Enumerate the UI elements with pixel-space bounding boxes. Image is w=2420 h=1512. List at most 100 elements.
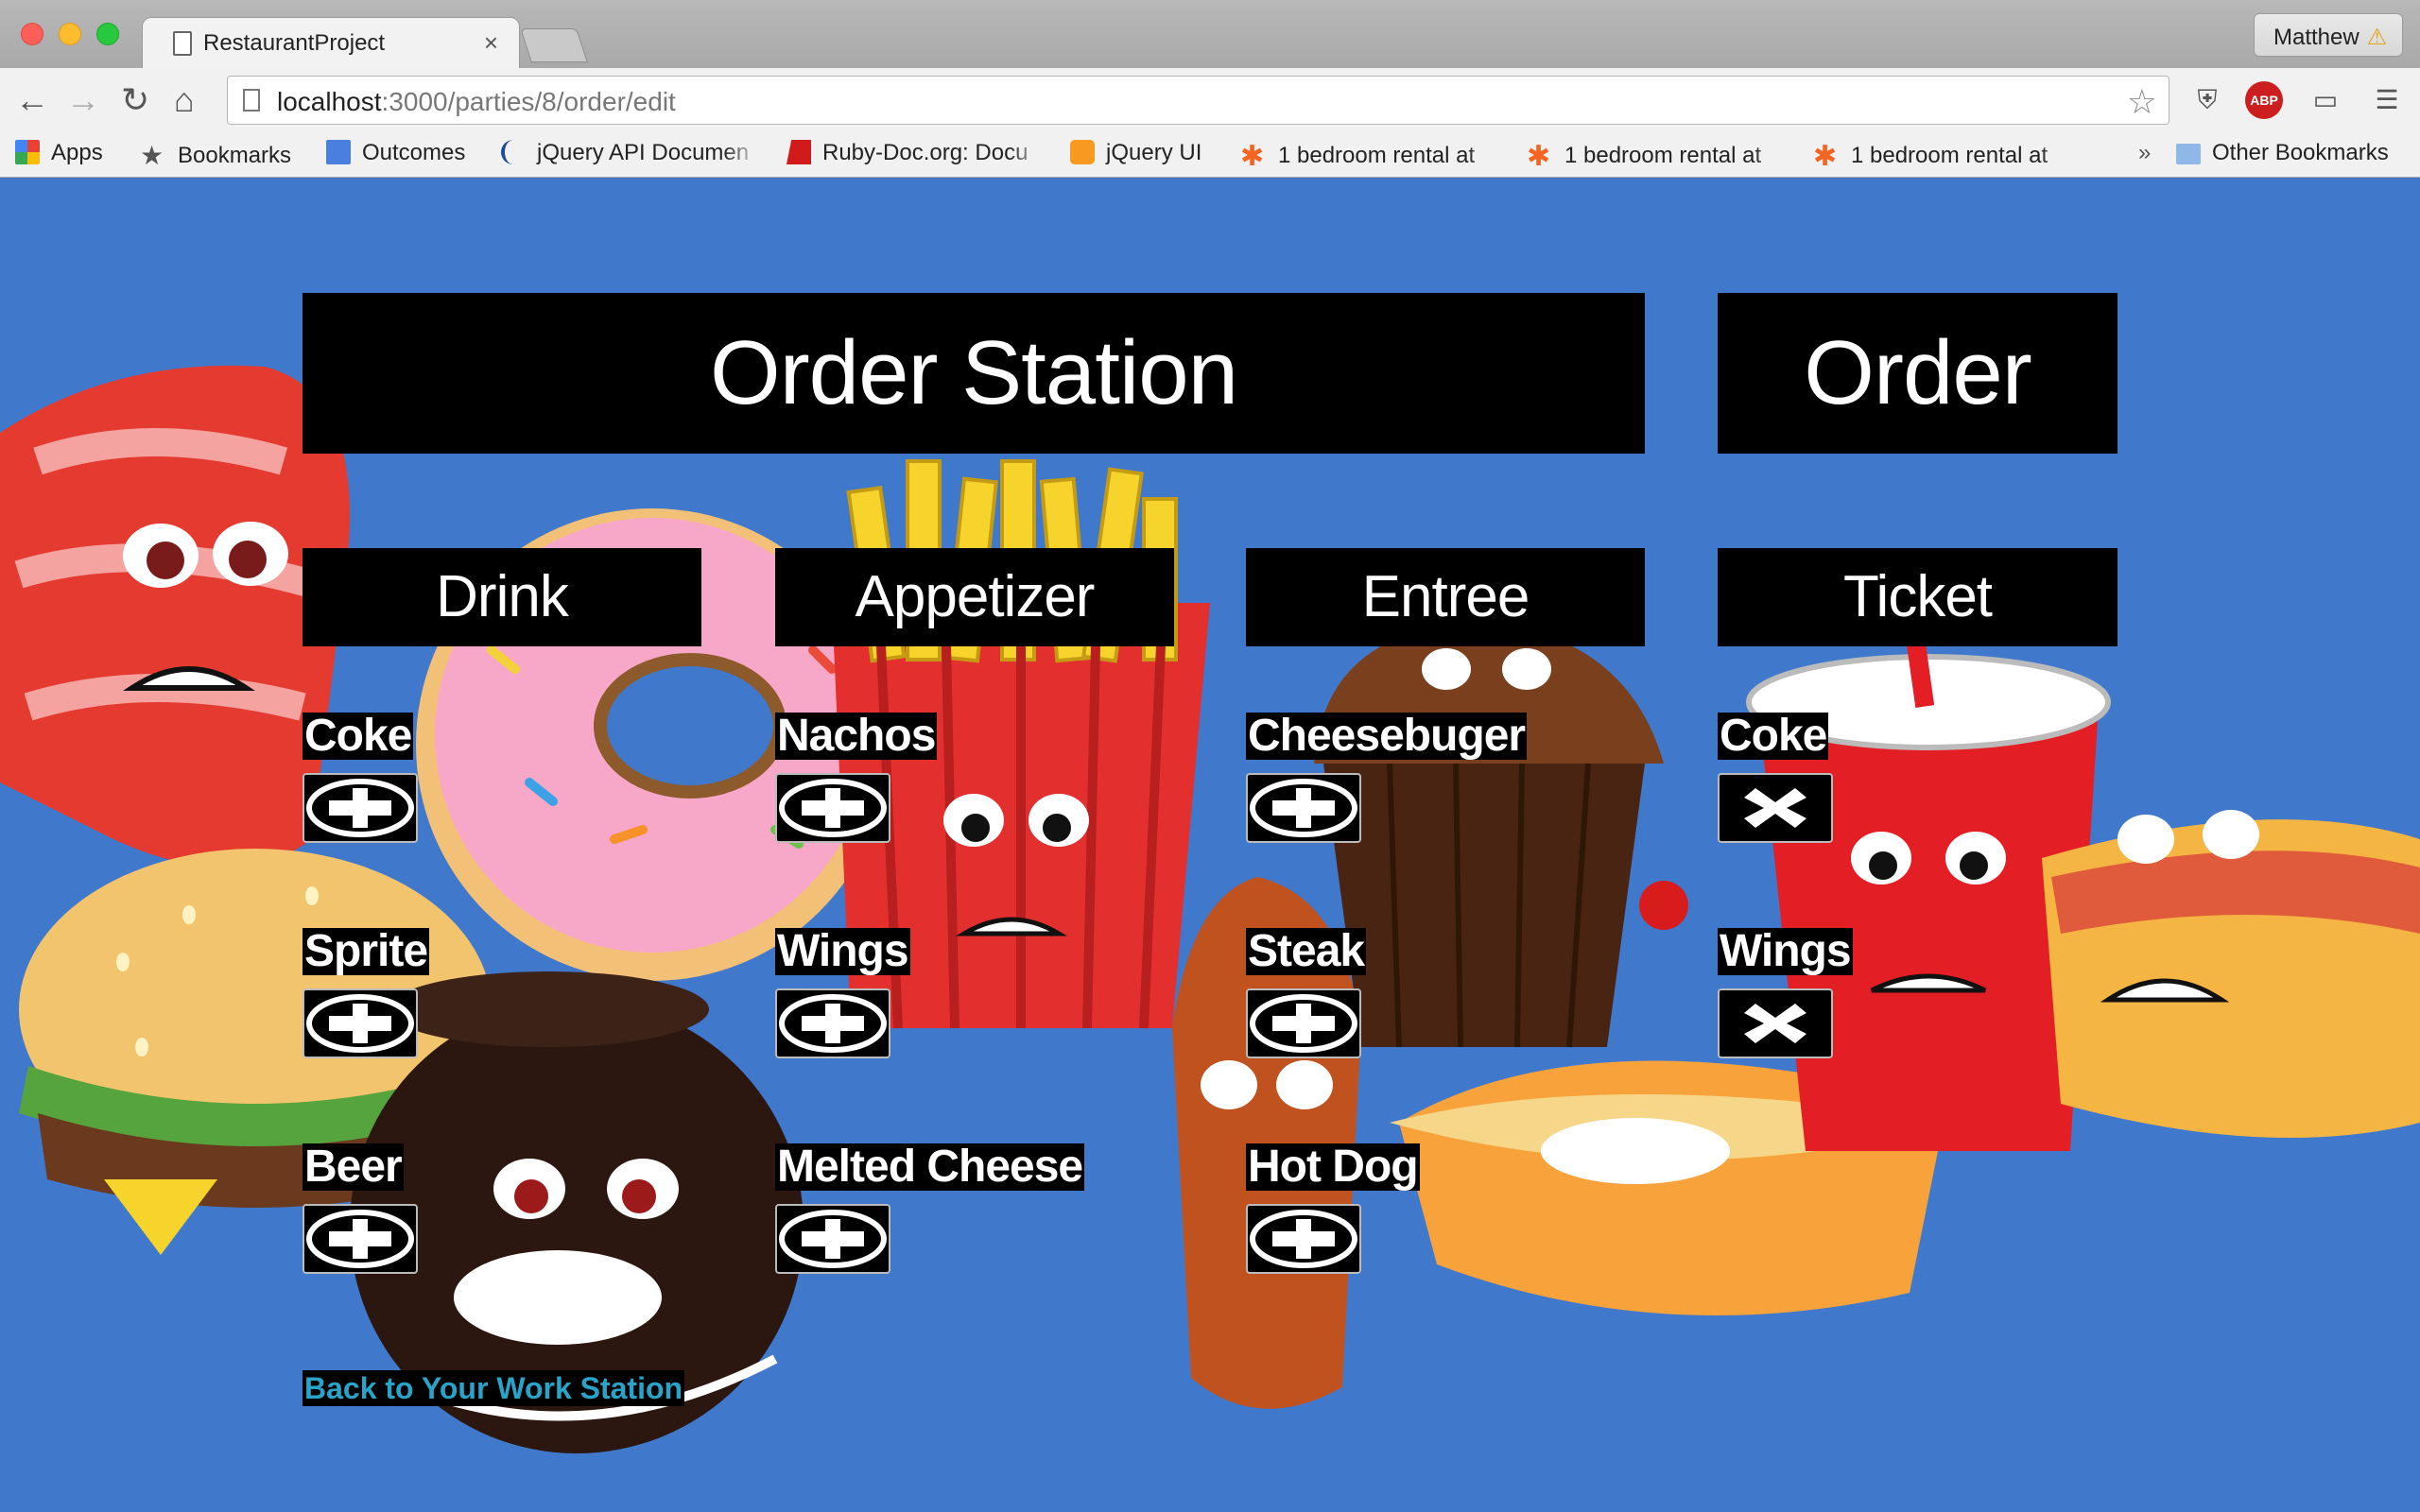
- profile-button[interactable]: Matthew ⚠: [2254, 13, 2403, 57]
- tab-title: RestaurantProject: [203, 30, 386, 56]
- craigslist-icon: ✱: [1240, 141, 1265, 170]
- ruby-icon: [786, 140, 811, 164]
- profile-name: Matthew: [2273, 25, 2360, 50]
- plus-icon: [779, 1210, 887, 1268]
- bookmark-item[interactable]: jQuery API Documen: [501, 140, 761, 170]
- menu-item-label: Wings: [775, 926, 910, 976]
- shield-extension-icon[interactable]: ⛨: [2188, 81, 2226, 119]
- bookmark-item[interactable]: Apps: [15, 140, 103, 170]
- bookmark-label: jQuery API Documen: [537, 140, 750, 165]
- page-body: Order Station Order Drink Appetizer Entr…: [0, 178, 2420, 1512]
- plus-icon: [306, 994, 414, 1053]
- tab-close-icon[interactable]: ×: [484, 28, 498, 58]
- apps-grid-icon: [15, 140, 40, 164]
- add-item-button[interactable]: [302, 773, 418, 843]
- bookmark-label: 1 bedroom rental at: [1564, 143, 1762, 168]
- plus-icon: [1250, 994, 1357, 1053]
- bookmark-star-icon[interactable]: ☆: [2127, 82, 2157, 122]
- jquery-icon: [501, 140, 526, 164]
- home-icon[interactable]: ⌂: [174, 83, 195, 117]
- menu-item-label: Beer: [302, 1142, 404, 1192]
- plus-icon: [779, 779, 887, 837]
- add-item-button[interactable]: [1246, 988, 1361, 1058]
- menu-item-label: Sprite: [302, 926, 430, 976]
- jquery-ui-icon: [1070, 140, 1095, 164]
- order-title: Order: [1718, 293, 2118, 454]
- forward-arrow-icon[interactable]: →: [66, 83, 100, 117]
- bookmark-item[interactable]: ★ Bookmarks: [140, 140, 291, 170]
- zoom-window-button[interactable]: [96, 23, 119, 45]
- bookmark-item[interactable]: Outcomes: [326, 140, 465, 170]
- menu-item-label: Steak: [1246, 926, 1367, 976]
- menu-item-label: Melted Cheese: [775, 1142, 1085, 1192]
- menu-icon[interactable]: ☰: [2368, 81, 2406, 119]
- back-arrow-icon[interactable]: ←: [15, 83, 49, 117]
- add-item-button[interactable]: [775, 1204, 890, 1274]
- add-item-button[interactable]: [775, 988, 890, 1058]
- add-item-button[interactable]: [302, 988, 418, 1058]
- remove-item-button[interactable]: [1718, 773, 1833, 843]
- url-host: localhost: [277, 87, 382, 116]
- tab-strip: RestaurantProject × Matthew ⚠: [0, 0, 2420, 70]
- folder-icon: [2176, 144, 2201, 164]
- star-icon: ★: [140, 141, 164, 170]
- doc-icon: [326, 140, 351, 164]
- bookmark-item[interactable]: ✱ 1 bedroom rental at: [1527, 140, 1791, 170]
- close-icon: [1744, 1004, 1806, 1043]
- bookmark-label: 1 bedroom rental at: [1278, 143, 1476, 168]
- cast-icon[interactable]: ▭: [2305, 81, 2346, 119]
- minimize-window-button[interactable]: [59, 23, 81, 45]
- close-icon: [1744, 788, 1806, 828]
- ticket-item-label: Wings: [1718, 926, 1853, 976]
- bookmarks-bar: Apps ★ Bookmarks Outcomes jQuery API Docu…: [0, 134, 2420, 178]
- plus-icon: [1250, 1210, 1357, 1268]
- back-to-work-station-link[interactable]: Back to Your Work Station: [302, 1370, 685, 1406]
- adblock-icon[interactable]: ABP: [2245, 81, 2283, 119]
- add-item-button[interactable]: [1246, 1204, 1361, 1274]
- page-title: Order Station: [302, 293, 1645, 454]
- new-tab-button[interactable]: [520, 28, 588, 62]
- menu-item-label: Hot Dog: [1246, 1142, 1420, 1192]
- bookmark-item[interactable]: ✱ 1 bedroom rental at: [1240, 140, 1505, 170]
- address-bar[interactable]: localhost:3000/parties/8/order/edit ☆: [227, 76, 2169, 125]
- plus-icon: [306, 1210, 414, 1268]
- craigslist-icon: ✱: [1527, 141, 1551, 170]
- bookmark-item[interactable]: jQuery UI: [1070, 140, 1201, 170]
- url-text: localhost:3000/parties/8/order/edit: [277, 87, 676, 117]
- browser-tab[interactable]: RestaurantProject ×: [142, 17, 520, 70]
- category-appetizer: Appetizer: [775, 548, 1174, 646]
- url-path: :3000/parties/8/order/edit: [381, 87, 676, 116]
- browser-chrome: RestaurantProject × Matthew ⚠ ← → ↻ ⌂ loc…: [0, 0, 2420, 178]
- plus-icon: [779, 994, 887, 1053]
- add-item-button[interactable]: [775, 773, 890, 843]
- menu-item-label: Nachos: [775, 711, 938, 761]
- menu-item-label: Coke: [302, 711, 414, 761]
- warning-icon: ⚠: [2366, 25, 2388, 50]
- bookmark-label: Other Bookmarks: [2212, 140, 2389, 165]
- add-item-button[interactable]: [302, 1204, 418, 1274]
- close-window-button[interactable]: [21, 23, 43, 45]
- menu-item-label: Cheesebuger: [1246, 711, 1528, 761]
- remove-item-button[interactable]: [1718, 988, 1833, 1058]
- add-item-button[interactable]: [1246, 773, 1361, 843]
- plus-icon: [306, 779, 414, 837]
- more-bookmarks-chevron[interactable]: »: [2138, 140, 2151, 170]
- page-icon: [173, 31, 192, 56]
- craigslist-icon: ✱: [1813, 141, 1838, 170]
- bookmark-item[interactable]: ✱ 1 bedroom rental at: [1813, 140, 2078, 170]
- bookmark-item[interactable]: Ruby-Doc.org: Docu: [786, 140, 1046, 170]
- category-drink: Drink: [302, 548, 701, 646]
- ticket-item-label: Coke: [1718, 711, 1829, 761]
- browser-toolbar: ← → ↻ ⌂ localhost:3000/parties/8/order/e…: [0, 68, 2420, 134]
- bookmark-label: Bookmarks: [178, 143, 292, 168]
- page-icon: [243, 89, 260, 112]
- bookmark-label: 1 bedroom rental at: [1851, 143, 2048, 168]
- bookmark-label: Apps: [51, 140, 103, 165]
- category-entree: Entree: [1246, 548, 1645, 646]
- plus-icon: [1250, 779, 1357, 837]
- ticket-title: Ticket: [1718, 548, 2118, 646]
- bookmark-label: jQuery UI: [1106, 140, 1202, 165]
- bookmark-label: Outcomes: [362, 140, 466, 165]
- reload-icon[interactable]: ↻: [121, 83, 149, 117]
- other-bookmarks-folder[interactable]: Other Bookmarks: [2176, 140, 2389, 170]
